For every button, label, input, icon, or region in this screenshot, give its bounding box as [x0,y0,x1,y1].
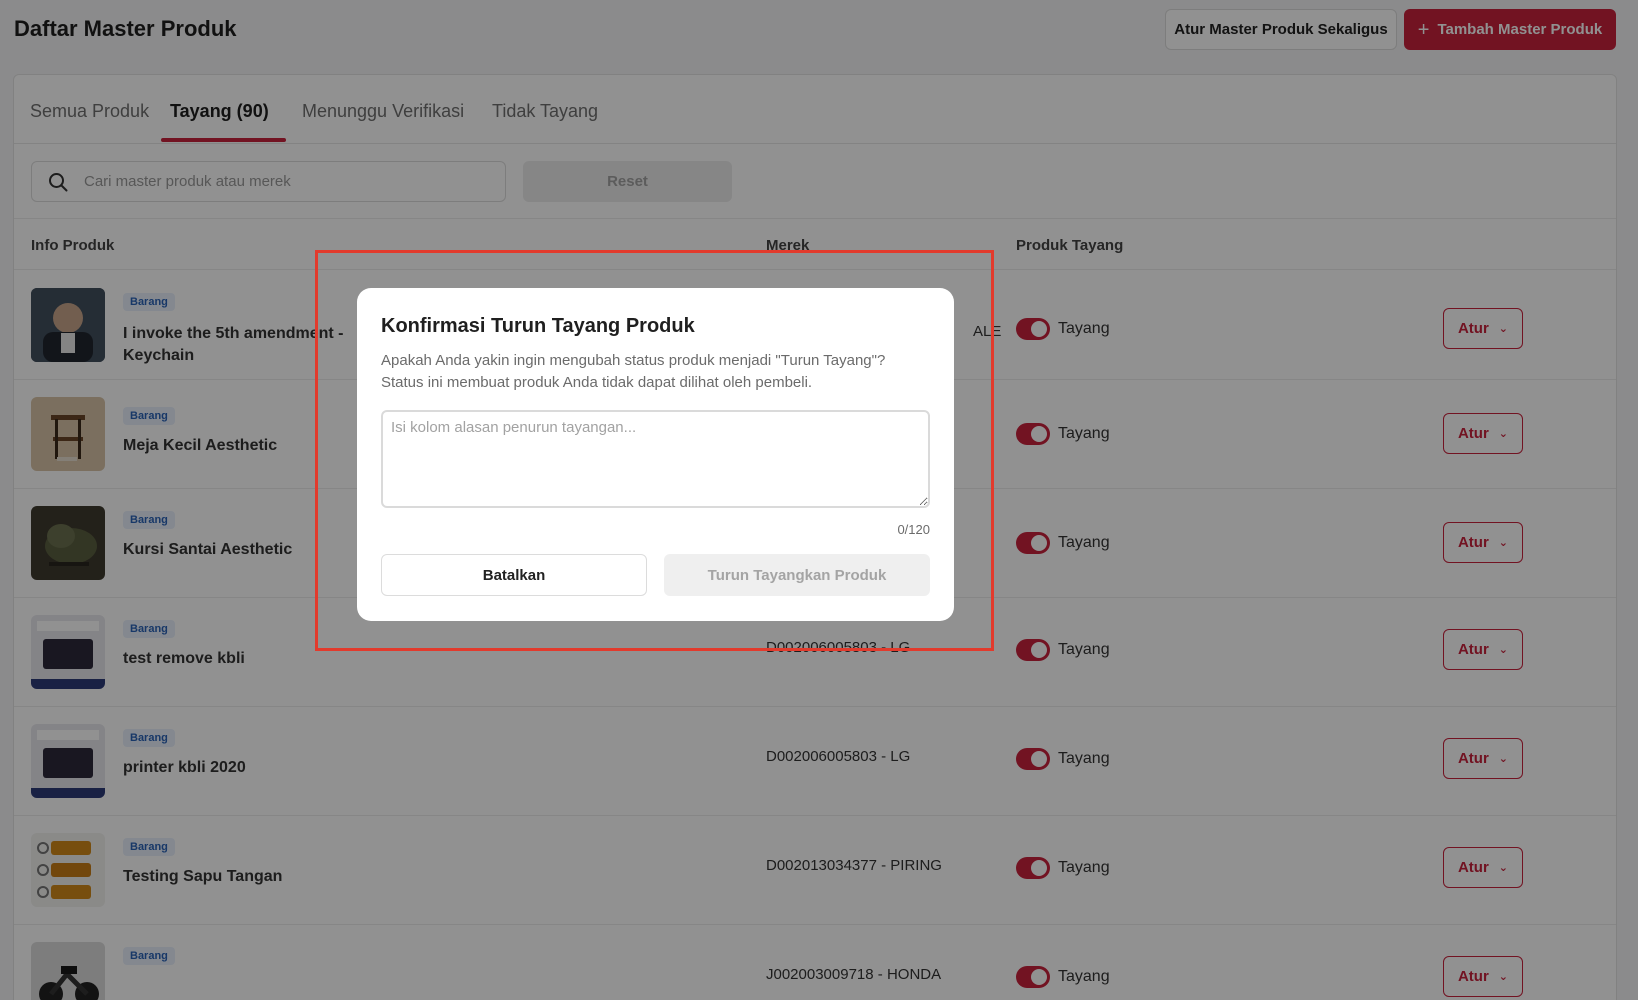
cancel-button[interactable]: Batalkan [381,554,647,596]
character-counter: 0/120 [897,522,930,537]
unpublish-reason-field[interactable] [381,410,930,508]
dialog-title: Konfirmasi Turun Tayang Produk [381,315,695,337]
dialog-description: Apakah Anda yakin ingin mengubah status … [381,352,886,391]
confirm-unpublish-button[interactable]: Turun Tayangkan Produk [664,554,930,596]
unpublish-confirmation-dialog: Konfirmasi Turun Tayang Produk Apakah An… [357,288,954,621]
